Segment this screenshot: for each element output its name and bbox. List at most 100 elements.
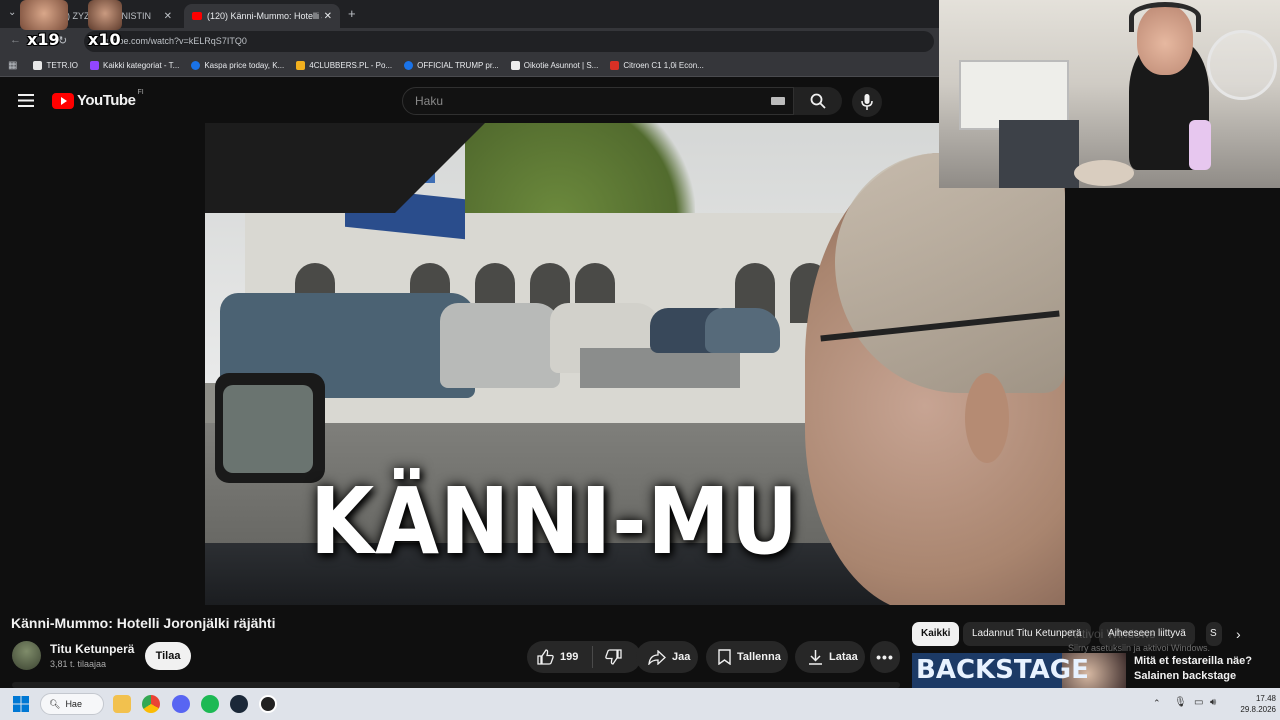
video-frame-car	[440, 303, 560, 388]
thumbs-up-icon	[537, 649, 554, 665]
download-icon	[809, 650, 822, 665]
counter-a: x19	[27, 30, 60, 49]
bookmark-item[interactable]: 4CLUBBERS.PL - Po...	[296, 61, 392, 70]
recommended-thumbnail[interactable]: BACKSTAGE	[912, 653, 1126, 688]
4clubbers-icon	[296, 61, 306, 70]
file-explorer-icon[interactable]	[113, 695, 131, 713]
tray-microphone-icon[interactable]: 🎙︎	[1174, 697, 1187, 708]
channel-name[interactable]: Titu Ketunperä	[50, 642, 134, 656]
obs-icon[interactable]	[259, 695, 277, 713]
bookmark-item[interactable]: Kaikki kategoriat - T...	[90, 61, 179, 70]
streamer-face-sticker-2	[88, 0, 122, 30]
search-icon: 🔍︎	[49, 698, 61, 709]
voice-search-button[interactable]	[852, 87, 882, 117]
thumbnail-text: BACKSTAGE	[916, 655, 1089, 685]
video-frame-trailer	[580, 348, 740, 388]
video-overlay-caption: KÄNNI-MU	[310, 468, 799, 575]
download-label: Lataa	[829, 651, 858, 663]
twitch-icon	[90, 61, 100, 70]
subscriber-count: 3,81 t. tilaajaa	[50, 659, 107, 669]
bookmarks-bar: ▦ TETR.IO Kaikki kategoriat - T... Kaspa…	[0, 55, 940, 77]
bookmark-label: Kaikki kategoriat - T...	[103, 61, 180, 70]
windows-taskbar: 🔍︎ Hae ⌃ 🎙︎ ▭ 🔊︎ 17.48 29.8.2026	[0, 688, 1280, 720]
apps-grid-icon[interactable]: ▦	[8, 60, 17, 71]
taskbar-clock[interactable]: 17.48 29.8.2026	[1228, 693, 1276, 715]
bookmark-label: 4CLUBBERS.PL - Po...	[309, 61, 393, 70]
bookmark-item[interactable]: TETR.IO	[33, 61, 78, 70]
video-title: Känni-Mummo: Hotelli Joronjälki räjähti	[11, 615, 276, 631]
save-label: Tallenna	[737, 651, 781, 663]
steam-icon[interactable]	[230, 695, 248, 713]
chrome-icon[interactable]	[142, 695, 160, 713]
nettiauto-icon	[610, 61, 620, 70]
video-frame-person-ear	[965, 373, 1009, 463]
search-input[interactable]: Haku	[402, 87, 794, 115]
youtube-logo-text: YouTube	[77, 92, 136, 109]
tab-search-chevron-icon[interactable]: ⌄	[8, 7, 16, 18]
video-frame-mirror-reflection	[223, 385, 313, 473]
download-button[interactable]: Lataa	[795, 641, 865, 673]
oikotie-icon	[510, 61, 520, 70]
spotify-icon[interactable]	[201, 695, 219, 713]
share-button[interactable]: Jaa	[636, 641, 698, 673]
new-tab-plus-icon[interactable]: +	[348, 6, 356, 21]
tab-label: (120) Känni-Mummo: Hotelli Jo	[207, 11, 322, 21]
counter-b: x10	[88, 30, 121, 49]
bookmark-label: OFFICIAL TRUMP pr...	[417, 61, 499, 70]
kaspa-icon	[191, 61, 201, 70]
bookmark-item[interactable]: Citroen C1 1,0i Econ...	[610, 61, 704, 70]
clock-date: 29.8.2026	[1240, 705, 1276, 714]
subscribe-button[interactable]: Tilaa	[145, 642, 191, 670]
like-button[interactable]: 199	[537, 649, 578, 665]
youtube-header: YouTube FI Haku	[0, 78, 940, 123]
tray-network-icon[interactable]: ▭	[1194, 697, 1203, 708]
bookmark-label: Citroen C1 1,0i Econ...	[623, 61, 704, 70]
thumbs-down-icon[interactable]	[605, 649, 623, 665]
trump-coin-icon	[404, 61, 414, 70]
youtube-logo[interactable]: YouTube FI	[52, 89, 144, 109]
webcam-food-plate	[1074, 160, 1134, 186]
search-button[interactable]	[794, 87, 842, 115]
video-frame-car	[705, 308, 780, 353]
tab-close-icon[interactable]: ✕	[324, 11, 332, 22]
back-arrow-icon[interactable]: ←	[10, 34, 21, 46]
more-actions-button[interactable]: •••	[870, 641, 900, 673]
streamer-face-sticker	[20, 0, 68, 30]
youtube-favicon-icon	[192, 12, 202, 20]
chips-next-chevron-icon[interactable]: ›	[1236, 626, 1241, 642]
search-placeholder: Haku	[415, 94, 444, 108]
youtube-play-logo-icon	[52, 92, 74, 109]
channel-avatar[interactable]	[12, 641, 41, 670]
save-button[interactable]: Tallenna	[706, 641, 788, 673]
video-player[interactable]: KÄNNI-MU	[205, 123, 1065, 605]
hamburger-menu-icon[interactable]	[18, 94, 34, 107]
webcam-desk-lamp	[1189, 120, 1211, 170]
windows-start-icon[interactable]	[13, 696, 29, 712]
recommended-video-title[interactable]: Mitä et festareilla näe? Salainen backst…	[1134, 654, 1274, 684]
bookmark-item[interactable]: Oikotie Asunnot | S...	[510, 61, 599, 70]
bookmark-label: Oikotie Asunnot | S...	[523, 61, 599, 70]
like-count: 199	[560, 651, 579, 663]
webcam-headset	[1129, 2, 1201, 32]
tab-close-icon[interactable]: ✕	[164, 11, 172, 22]
streamer-webcam-overlay	[939, 0, 1280, 188]
clock-time: 17.48	[1255, 694, 1276, 703]
bookmark-save-icon	[718, 649, 731, 665]
chip-all[interactable]: Kaikki	[912, 622, 960, 646]
tray-volume-icon[interactable]: 🔊︎	[1210, 697, 1216, 708]
tab-kanni-mummo[interactable]: (120) Känni-Mummo: Hotelli Jo ✕	[184, 4, 340, 28]
url-text: utube.com/watch?v=kELRqS7ITQ0	[106, 36, 247, 46]
bookmark-item[interactable]: OFFICIAL TRUMP pr...	[404, 61, 499, 70]
like-dislike-group: 199	[527, 641, 641, 673]
discord-icon[interactable]	[172, 695, 190, 713]
share-label: Jaa	[672, 651, 691, 663]
like-divider	[592, 646, 594, 668]
url-field[interactable]: utube.com/watch?v=kELRqS7ITQ0	[84, 31, 934, 52]
keyboard-icon[interactable]	[771, 97, 785, 105]
microphone-icon	[861, 94, 873, 110]
country-code: FI	[137, 89, 144, 96]
bookmark-item[interactable]: Kaspa price today, K...	[191, 61, 284, 70]
share-arrow-icon	[648, 649, 666, 665]
tray-chevron-icon[interactable]: ⌃	[1153, 698, 1161, 709]
taskbar-search[interactable]: 🔍︎ Hae	[40, 693, 104, 715]
